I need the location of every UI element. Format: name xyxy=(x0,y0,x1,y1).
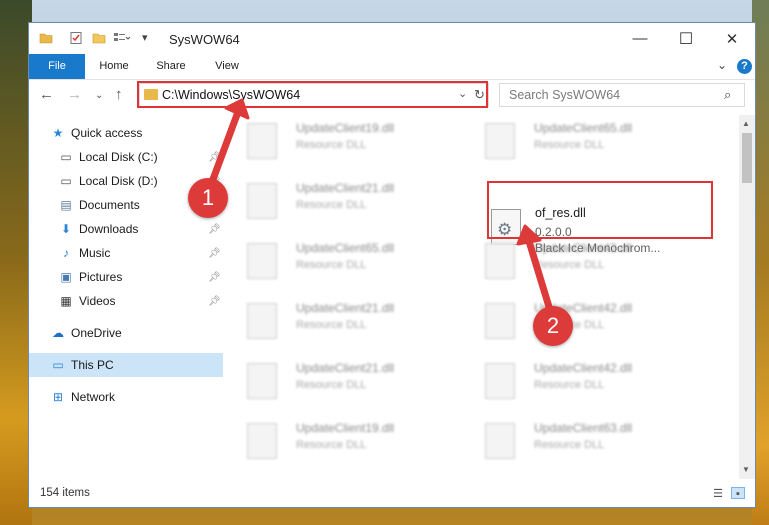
callout-two: 2 xyxy=(533,306,573,346)
callout-one: 1 xyxy=(188,178,228,218)
callout-arrows xyxy=(208,98,554,314)
